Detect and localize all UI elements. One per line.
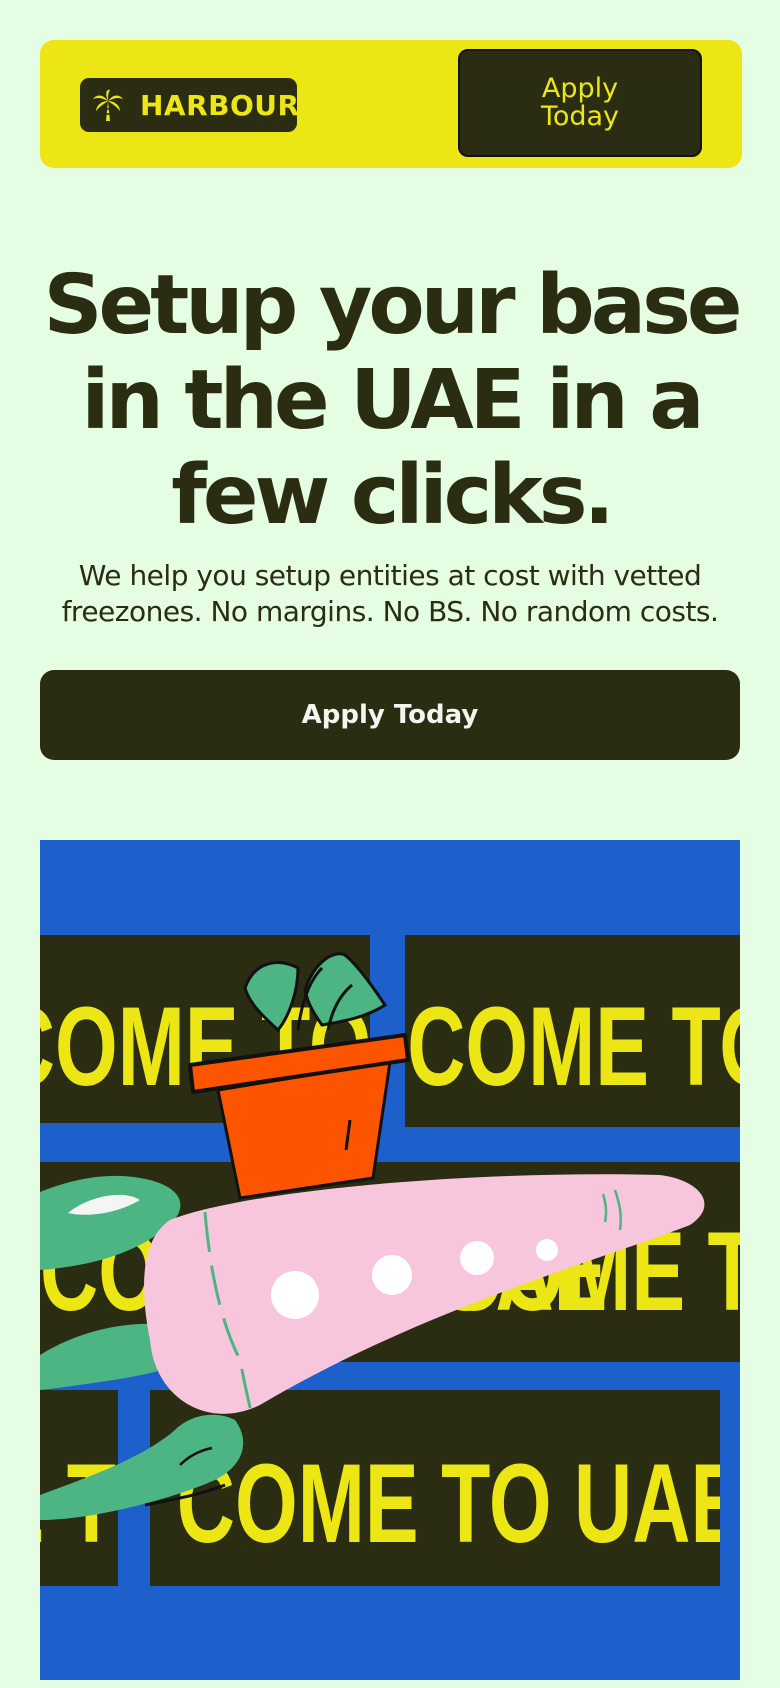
harbour-logo[interactable]: HARBOUR	[80, 78, 300, 132]
hero-title: Setup your base in the UAE in a few clic…	[43, 258, 742, 543]
apply-today-header-button[interactable]: Apply Today	[458, 49, 702, 157]
palm-tree-icon	[90, 87, 126, 123]
apply-today-main-label: Apply Today	[301, 700, 479, 730]
brand-name: HARBOUR	[140, 88, 300, 122]
site-header: HARBOUR Apply Today	[40, 40, 742, 168]
hero-subtitle: We help you setup entities at cost with …	[61, 559, 719, 628]
come-to-uae-illustration: COME TO UAE COME TO UAE COME TO UAE COME…	[40, 840, 740, 1680]
banner-text: COME TO UAE	[407, 984, 740, 1109]
apply-today-header-label: Apply Today	[540, 73, 620, 132]
apply-today-main-button[interactable]: Apply Today	[40, 670, 740, 760]
banner-text: COME TO UAE	[177, 1441, 740, 1566]
